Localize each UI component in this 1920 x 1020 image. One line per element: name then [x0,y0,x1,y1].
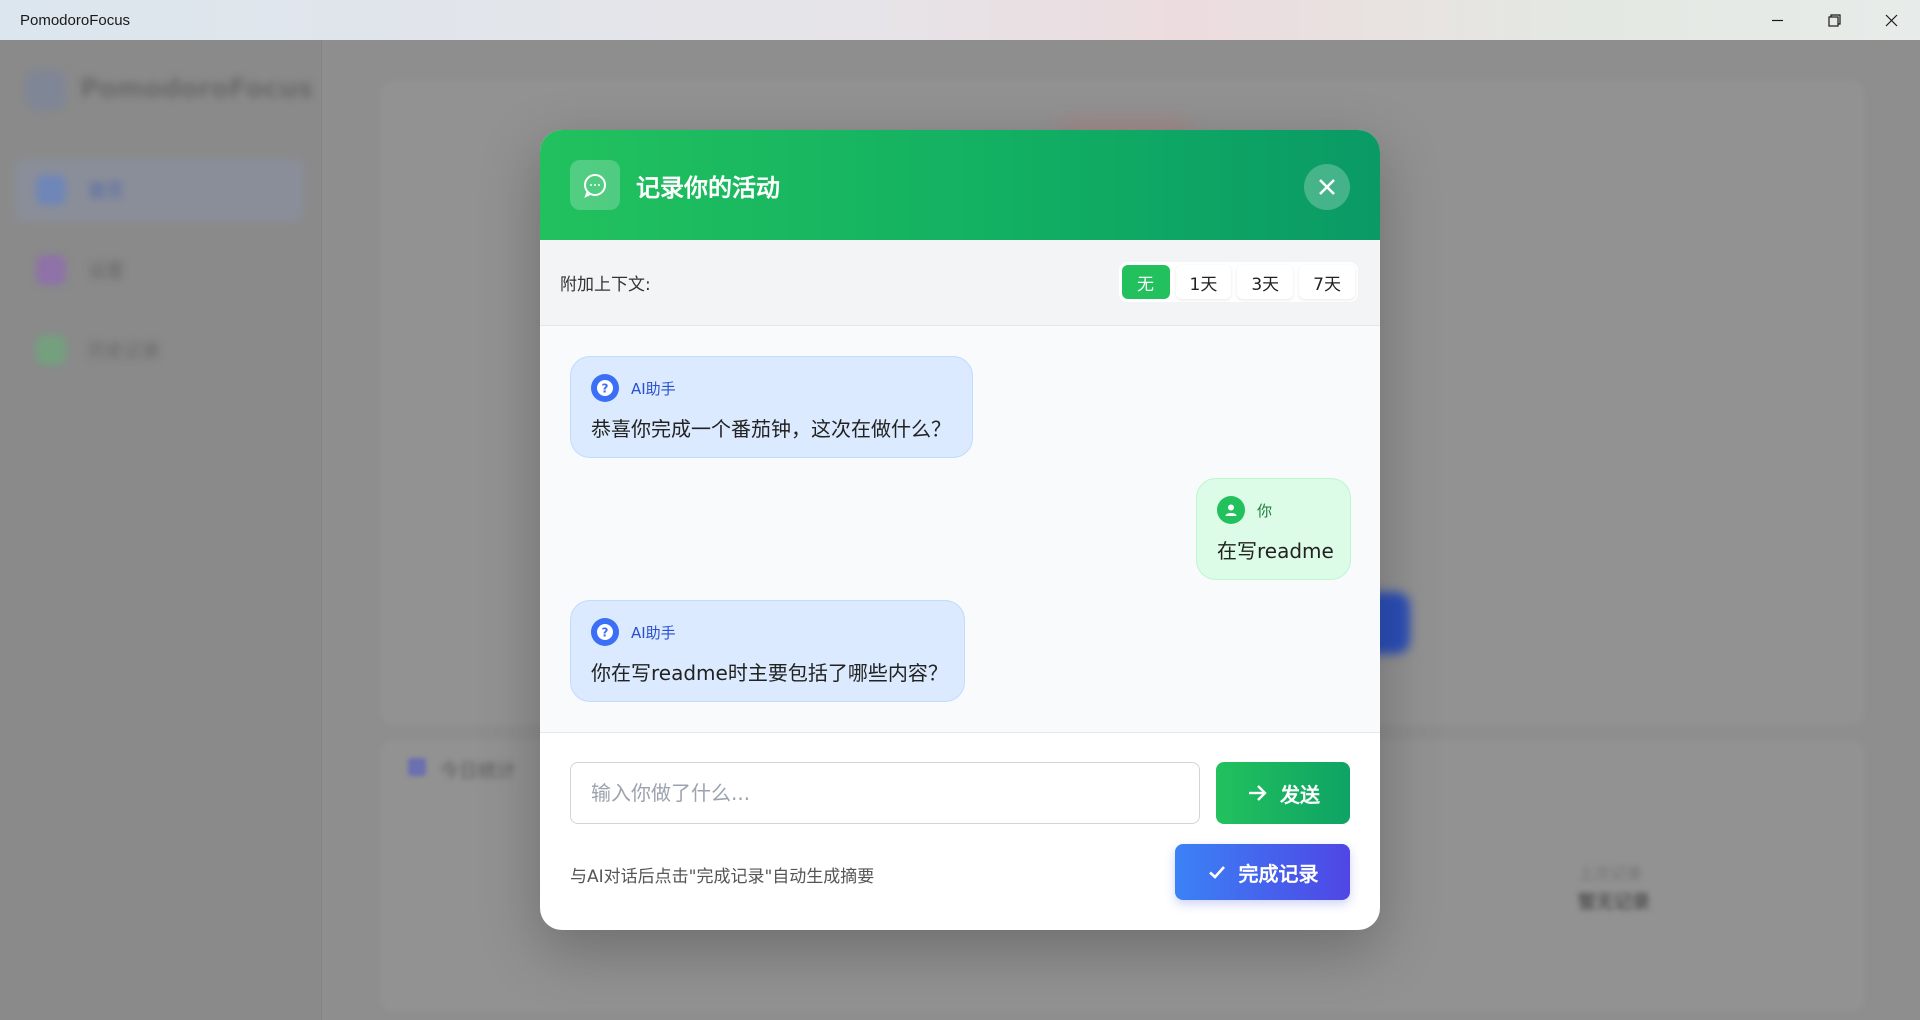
chat-messages[interactable]: ? AI助手 恭喜你完成一个番茄钟，这次在做什么？ 你 在写readme ? A… [540,326,1380,733]
stats-title: 今日统计 [440,760,517,782]
title-bar: PomodoroFocus [0,0,1920,40]
sidebar-item-home: 首页 [14,158,304,222]
user-icon [1217,496,1245,524]
send-label: 发送 [1280,782,1320,807]
chat-bubble-icon [570,160,620,210]
minimize-icon [1772,19,1783,21]
svg-text:?: ? [602,626,609,640]
sidebar-item-label: 首页 [88,181,124,202]
dialog-header: 记录你的活动 [540,130,1380,240]
chart-icon [408,758,426,776]
message-sender: 你 [1257,501,1273,520]
context-option-none[interactable]: 无 [1121,265,1170,299]
user-message: 你 在写readme [1196,478,1351,580]
message-text: 你在写readme时主要包括了哪些内容？ [591,661,948,685]
window-title: PomodoroFocus [20,11,131,29]
sidebar-item-label: 历史记录 [88,341,160,362]
summary-hint: 与AI对话后点击"完成记录"自动生成摘要 [570,867,875,887]
app-logo-icon [26,70,66,110]
close-icon [1319,179,1335,195]
question-icon: ? [591,618,619,646]
history-icon [36,335,66,365]
message-header: ? AI助手 [591,617,944,647]
message-header: 你 [1217,495,1330,525]
restore-button[interactable] [1806,0,1863,40]
close-window-button[interactable] [1863,0,1920,40]
window-controls [1749,0,1920,40]
message-header: ? AI助手 [591,373,952,403]
context-options: 无 1天 3天 7天 [1118,262,1358,302]
sidebar-logo-text: PomodoroFocus [80,74,313,104]
ai-message: ? AI助手 你在写readme时主要包括了哪些内容？ [570,600,965,702]
sidebar-item-label: 设置 [88,261,124,282]
context-option-1day[interactable]: 1天 [1175,265,1232,299]
stats-value: 暂无记录 [1578,892,1650,913]
message-text: 恭喜你完成一个番茄钟，这次在做什么？ [591,417,951,441]
finish-record-button[interactable]: 完成记录 [1175,844,1350,900]
svg-text:?: ? [602,382,609,396]
sidebar-item-settings: 设置 [14,238,304,302]
context-selector-bar: 附加上下文: 无 1天 3天 7天 [540,240,1380,326]
settings-icon [36,255,66,285]
message-sender: AI助手 [631,379,676,398]
activity-dialog: 记录你的活动 附加上下文: 无 1天 3天 7天 ? AI助手 恭喜你完成一个番… [540,130,1380,930]
minimize-button[interactable] [1749,0,1806,40]
finish-label: 完成记录 [1238,861,1319,886]
arrow-right-icon [1249,785,1267,801]
context-option-7day[interactable]: 7天 [1299,265,1355,299]
composer: 发送 [570,762,1350,824]
dialog-title: 记录你的活动 [636,173,780,202]
ai-message: ? AI助手 恭喜你完成一个番茄钟，这次在做什么？ [570,356,973,458]
sidebar: PomodoroFocus 首页 设置 历史记录 [0,40,322,1020]
context-label: 附加上下文: [560,275,651,295]
message-text: 在写readme [1217,539,1334,563]
dialog-close-button[interactable] [1304,164,1350,210]
restore-icon [1828,13,1841,27]
check-icon [1208,866,1225,879]
question-icon: ? [591,374,619,402]
sidebar-item-history: 历史记录 [14,318,304,382]
home-icon [36,175,66,205]
message-input[interactable] [570,762,1200,824]
send-button[interactable]: 发送 [1216,762,1350,824]
context-option-3day[interactable]: 3天 [1237,265,1294,299]
close-icon [1885,14,1898,26]
message-sender: AI助手 [631,623,676,642]
stats-label: 上次记录 [1578,864,1643,883]
